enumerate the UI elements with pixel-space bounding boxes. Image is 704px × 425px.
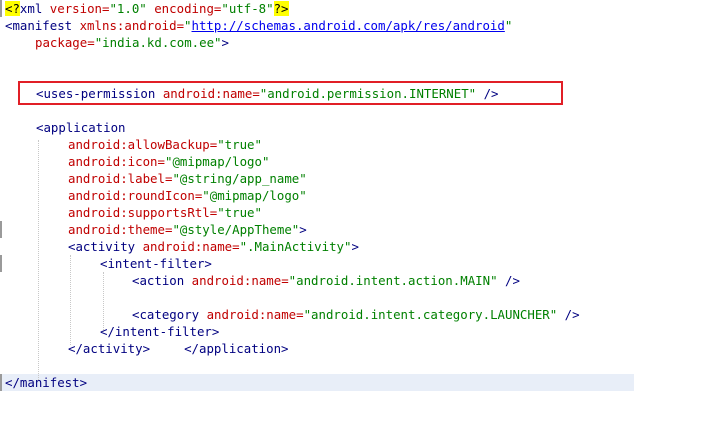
code-line: <application — [0, 119, 704, 136]
xmlns-quote-close: " — [504, 18, 513, 33]
category-name-value: "android.intent.category.LAUNCHER" — [303, 307, 558, 322]
activity-open-end: > — [351, 239, 359, 254]
package-attr: package= — [35, 35, 95, 50]
code-line: <manifest xmlns:android="http://schemas.… — [0, 17, 704, 34]
code-line: <action android:name="android.intent.act… — [0, 272, 704, 289]
label-value: "@string/app_name" — [172, 171, 307, 186]
icon-attr: android:icon= — [68, 154, 165, 169]
manifest-close-tag: </manifest> — [5, 375, 88, 390]
decl-attr-version: version= — [42, 1, 110, 16]
manifest-open-tag: <manifest — [5, 18, 73, 33]
supportsrtl-value: "true" — [217, 205, 262, 220]
code-line: android:theme="@style/AppTheme"> — [0, 221, 704, 238]
action-tag: <action — [132, 273, 185, 288]
application-close-tag: </application> — [184, 341, 289, 356]
intent-filter-open-tag: <intent-filter> — [100, 256, 212, 271]
decl-name: xml — [19, 1, 43, 16]
code-line: android:icon="@mipmap/logo" — [0, 153, 704, 170]
action-end: /> — [497, 273, 520, 288]
category-end: /> — [557, 307, 580, 322]
package-value: "india.kd.com.ee" — [94, 35, 222, 50]
theme-end: > — [299, 222, 307, 237]
decl-value-encoding: "utf-8" — [221, 1, 274, 16]
allowbackup-value: "true" — [217, 137, 262, 152]
xmlns-attr: xmlns:android= — [72, 18, 185, 33]
activity-close-tag: </activity> — [68, 341, 151, 356]
code-line: <?xml version="1.0" encoding="utf-8"?> — [0, 0, 704, 17]
code-line: android:label="@string/app_name" — [0, 170, 704, 187]
category-tag: <category — [132, 307, 200, 322]
decl-open-marker: <? — [5, 1, 20, 16]
activity-name-value: ".MainActivity" — [239, 239, 352, 254]
label-attr: android:label= — [68, 171, 173, 186]
highlight-box — [18, 81, 563, 105]
supportsrtl-attr: android:supportsRtl= — [68, 205, 218, 220]
action-name-attr: android:name= — [184, 273, 289, 288]
decl-close-marker: ?> — [273, 1, 289, 16]
code-line: </activity> </application> — [0, 340, 704, 357]
xml-editor[interactable]: <?xml version="1.0" encoding="utf-8"?> <… — [0, 0, 704, 410]
code-line: <intent-filter> — [0, 255, 704, 272]
theme-value: "@style/AppTheme" — [172, 222, 300, 237]
code-line: package="india.kd.com.ee"> — [0, 34, 704, 51]
roundicon-value: "@mipmap/logo" — [202, 188, 307, 203]
code-line: android:supportsRtl="true" — [0, 204, 704, 221]
allowbackup-attr: android:allowBackup= — [68, 137, 218, 152]
code-line: <category android:name="android.intent.c… — [0, 306, 704, 323]
roundicon-attr: android:roundIcon= — [68, 188, 203, 203]
category-name-attr: android:name= — [199, 307, 304, 322]
action-name-value: "android.intent.action.MAIN" — [288, 273, 498, 288]
theme-attr: android:theme= — [68, 222, 173, 237]
icon-value: "@mipmap/logo" — [164, 154, 270, 169]
code-line: android:allowBackup="true" — [0, 136, 704, 153]
code-line: <activity android:name=".MainActivity"> — [0, 238, 704, 255]
code-line: </manifest> — [0, 374, 704, 391]
activity-name-attr: android:name= — [135, 239, 240, 254]
intent-filter-close-tag: </intent-filter> — [100, 324, 220, 339]
xmlns-url-link[interactable]: http://schemas.android.com/apk/res/andro… — [192, 18, 505, 33]
decl-value-version: "1.0" — [109, 1, 147, 16]
decl-attr-encoding: encoding= — [146, 1, 222, 16]
package-end: > — [221, 35, 229, 50]
xmlns-quote-open: " — [184, 18, 192, 33]
code-line: android:roundIcon="@mipmap/logo" — [0, 187, 704, 204]
activity-open-tag: <activity — [68, 239, 136, 254]
code-line: </intent-filter> — [0, 323, 704, 340]
application-open-tag: <application — [36, 120, 126, 135]
